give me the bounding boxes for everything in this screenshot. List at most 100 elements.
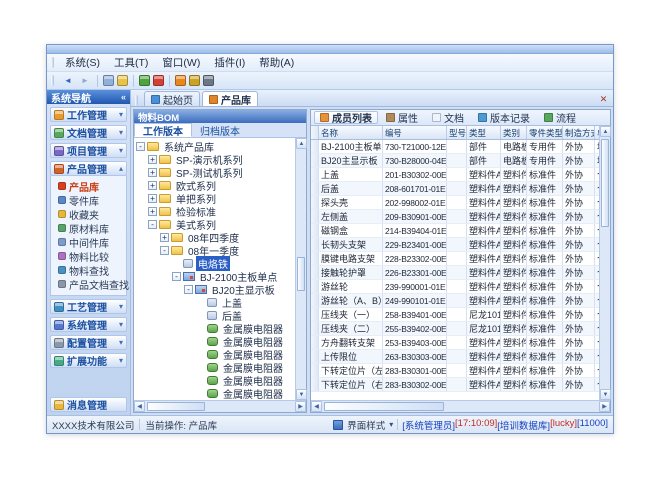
chevron-down-icon[interactable]: ▾ bbox=[119, 128, 123, 137]
version-tab[interactable]: 归档版本 bbox=[192, 123, 248, 137]
nav-section-header[interactable]: 扩展功能 ▾ bbox=[50, 353, 127, 368]
table-row[interactable]: 上传限位 263-B30303-00E 塑料件ABS 塑料件类 标准件 外协 个 bbox=[311, 350, 599, 364]
nav-item[interactable]: 零件库 bbox=[54, 193, 126, 207]
tree-expander[interactable]: + bbox=[148, 207, 157, 216]
column-header[interactable]: 编号 bbox=[383, 126, 447, 139]
nav-item[interactable]: 产品文档查找 bbox=[54, 277, 126, 291]
document-tab[interactable]: 产品库 bbox=[202, 91, 258, 106]
table-row[interactable]: 接触轮护罩 226-B23301-00E 塑料件ABS 塑料件类 标准件 外协 … bbox=[311, 266, 599, 280]
scroll-right-button[interactable]: ▶ bbox=[295, 401, 306, 412]
table-row[interactable]: BJ-2100主板单点 730-T21000-12E 部件 电路板 专用件 外协… bbox=[311, 140, 599, 154]
menu-item[interactable]: 帮助(A) bbox=[252, 53, 301, 72]
tree-vertical-scrollbar[interactable]: ▲ ▼ bbox=[295, 138, 306, 400]
chevron-down-icon[interactable]: ▾ bbox=[119, 146, 123, 155]
document-icon[interactable] bbox=[103, 75, 114, 86]
scroll-up-button[interactable]: ▲ bbox=[296, 138, 307, 149]
scroll-left-button[interactable]: ◀ bbox=[134, 401, 145, 412]
sidebar-header[interactable]: 系统导航 « bbox=[47, 90, 130, 104]
table-row[interactable]: 下转定位片（左） 283-B30301-00E 塑料件ABS 塑料件类 标准件 … bbox=[311, 364, 599, 378]
scroll-down-button[interactable]: ▼ bbox=[600, 389, 611, 400]
table-row[interactable]: 游丝轮 239-990001-01E 塑料件ABS 塑料件类 标准件 外协 个 bbox=[311, 280, 599, 294]
back-icon[interactable]: ◄ bbox=[61, 74, 75, 87]
scroll-thumb[interactable] bbox=[324, 402, 444, 411]
member-tab[interactable]: 属性 bbox=[380, 111, 424, 124]
nav-section-header[interactable]: 工作管理 ▾ bbox=[50, 107, 127, 122]
nav-section-header[interactable]: 系统管理 ▾ bbox=[50, 317, 127, 332]
nav-item[interactable]: 物料查找 bbox=[54, 263, 126, 277]
tree-expander[interactable]: + bbox=[148, 194, 157, 203]
tree-expander[interactable]: + bbox=[160, 233, 169, 242]
member-tab[interactable]: 版本记录 bbox=[472, 111, 536, 124]
version-tab[interactable]: 工作版本 bbox=[134, 123, 192, 137]
nav-section-header[interactable]: 项目管理 ▾ bbox=[50, 143, 127, 158]
column-header[interactable]: 名称 bbox=[319, 126, 383, 139]
column-header[interactable]: 类别 bbox=[501, 126, 527, 139]
tree-row[interactable]: - BJ20主显示板 bbox=[134, 283, 295, 296]
tree-expander[interactable]: + bbox=[148, 155, 157, 164]
menu-item[interactable]: 插件(I) bbox=[207, 53, 252, 72]
member-tab[interactable]: 流程 bbox=[538, 111, 582, 124]
table-row[interactable]: 压线夹（二） 255-B39402-00E 尼龙1010 塑料件类 标准件 外协… bbox=[311, 322, 599, 336]
stop-icon[interactable] bbox=[153, 75, 164, 86]
scroll-thumb[interactable] bbox=[147, 402, 205, 411]
tree-expander[interactable]: - bbox=[184, 285, 193, 294]
collapse-icon[interactable]: « bbox=[121, 92, 126, 102]
column-header[interactable]: 零件类型 bbox=[527, 126, 563, 139]
folder-icon[interactable] bbox=[117, 75, 128, 86]
camera-icon[interactable] bbox=[203, 75, 214, 86]
table-row[interactable]: 左侧盖 209-B30901-00E 塑料件ABS 塑料件类 标准件 外协 个 bbox=[311, 210, 599, 224]
forward-icon[interactable]: ► bbox=[78, 74, 92, 87]
table-row[interactable]: 压线夹（一） 258-B39401-00E 尼龙1010 塑料件类 标准件 外协… bbox=[311, 308, 599, 322]
product-icon[interactable] bbox=[175, 75, 186, 86]
scroll-down-button[interactable]: ▼ bbox=[296, 389, 307, 400]
member-tab[interactable]: 成员列表 bbox=[314, 111, 378, 124]
menu-item[interactable]: 窗口(W) bbox=[155, 53, 207, 72]
scroll-thumb[interactable] bbox=[297, 257, 305, 291]
tree-expander[interactable]: + bbox=[148, 181, 157, 190]
tree-expander[interactable]: - bbox=[136, 142, 145, 151]
column-header[interactable]: 型号 bbox=[447, 126, 467, 139]
tree-row[interactable]: 上盖 bbox=[134, 296, 295, 309]
tree-expander[interactable]: - bbox=[160, 246, 169, 255]
menu-item[interactable]: 工具(T) bbox=[107, 53, 155, 72]
nav-item[interactable]: 产品库 bbox=[54, 179, 126, 193]
table-row[interactable]: 下转定位片（右） 283-B30302-00E 塑料件ABS 塑料件类 标准件 … bbox=[311, 378, 599, 392]
chevron-down-icon[interactable]: ▾ bbox=[119, 110, 123, 119]
table-row[interactable]: 后盖 208-601701-01E 塑料件ABS 塑料件类 标准件 外协 个 bbox=[311, 182, 599, 196]
table-row[interactable]: BJ20主显示板 730-B28000-04E 部件 电路板 专用件 外协 块 bbox=[311, 154, 599, 168]
ui-style-label[interactable]: 界面样式 bbox=[347, 418, 385, 432]
nav-section-header[interactable]: 配置管理 ▾ bbox=[50, 335, 127, 350]
nav-item[interactable]: 原材料库 bbox=[54, 221, 126, 235]
table-horizontal-scrollbar[interactable]: ◀ ▶ bbox=[311, 400, 610, 412]
chevron-down-icon[interactable]: ▾ bbox=[119, 356, 123, 365]
chevron-down-icon[interactable]: ▾ bbox=[389, 420, 393, 429]
document-tab[interactable]: 起始页 bbox=[144, 91, 200, 106]
confirm-icon[interactable] bbox=[139, 75, 150, 86]
table-vertical-scrollbar[interactable]: ▲ ▼ bbox=[599, 126, 610, 400]
scroll-right-button[interactable]: ▶ bbox=[599, 401, 610, 412]
nav-section-product[interactable]: 产品管理 ▴ bbox=[50, 161, 127, 176]
table-row[interactable]: 上盖 201-B30302-00E 塑料件ABS 塑料件类 标准件 外协 个 bbox=[311, 168, 599, 182]
chevron-up-icon[interactable]: ▴ bbox=[119, 164, 123, 173]
chevron-down-icon[interactable]: ▾ bbox=[119, 338, 123, 347]
menu-item[interactable]: 系统(S) bbox=[58, 53, 107, 72]
table-row[interactable]: 膜键电路支架 228-B23302-00E 塑料件ABS 塑料件类 标准件 外协… bbox=[311, 252, 599, 266]
column-header[interactable]: 制造方式 bbox=[563, 126, 595, 139]
nav-item[interactable]: 物料比较 bbox=[54, 249, 126, 263]
table-row[interactable]: 游丝轮（A、B） 249-990101-01E 塑料件ABS 塑料件类 标准件 … bbox=[311, 294, 599, 308]
message-bar[interactable]: 消息管理 bbox=[50, 397, 127, 412]
table-row[interactable]: 长韧头支架 229-B23401-00E 塑料件ABS 塑料件类 标准件 外协 … bbox=[311, 238, 599, 252]
tree-expander[interactable]: - bbox=[172, 272, 181, 281]
tree-horizontal-scrollbar[interactable]: ◀ ▶ bbox=[134, 400, 306, 412]
column-header[interactable]: 类型 bbox=[467, 126, 501, 139]
nav-section-header[interactable]: 文档管理 ▾ bbox=[50, 125, 127, 140]
table-row[interactable]: 探头壳 202-998002-01E 塑料件ABS 塑料件类 标准件 外协 个 bbox=[311, 196, 599, 210]
chevron-down-icon[interactable]: ▾ bbox=[119, 320, 123, 329]
chevron-down-icon[interactable]: ▾ bbox=[119, 302, 123, 311]
close-tab-button[interactable]: ✕ bbox=[597, 94, 610, 105]
member-tab[interactable]: 文档 bbox=[426, 111, 470, 124]
scroll-thumb[interactable] bbox=[601, 139, 609, 227]
settings-icon[interactable] bbox=[189, 75, 200, 86]
tree-expander[interactable]: + bbox=[148, 168, 157, 177]
nav-item[interactable]: 收藏夹 bbox=[54, 207, 126, 221]
